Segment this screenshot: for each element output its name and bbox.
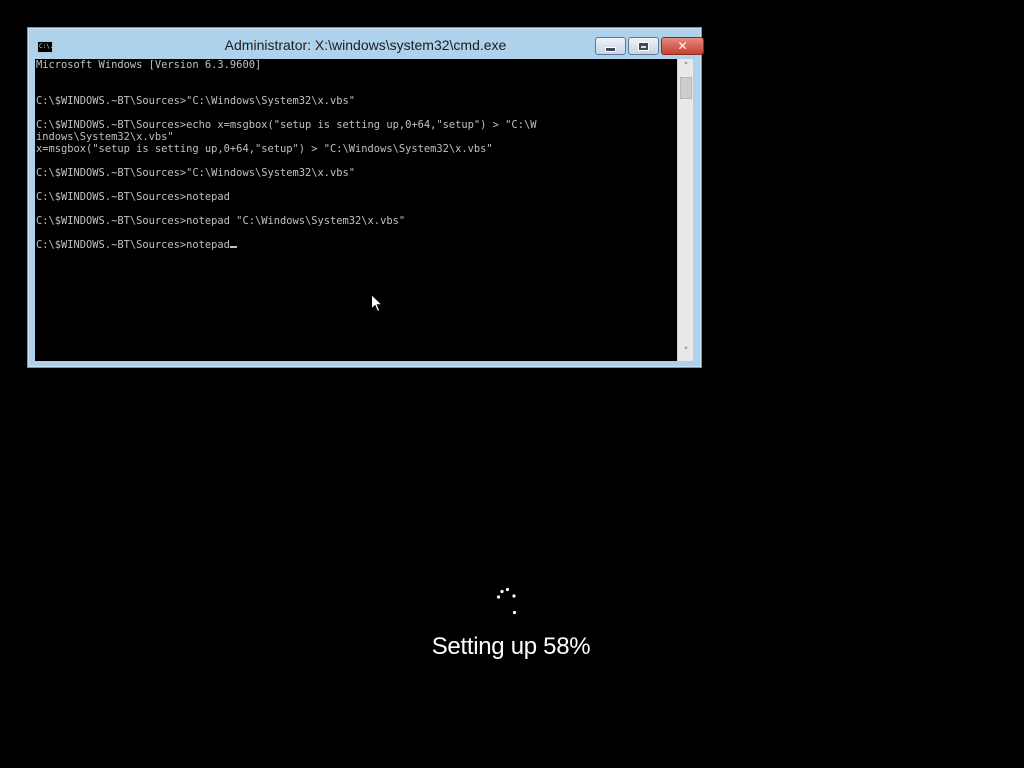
vertical-scrollbar[interactable]: ˄ ˅ [677,59,693,361]
setup-status-text: Setting up 58% [431,633,591,660]
title-bar[interactable]: C:\. Administrator: X:\windows\system32\… [28,28,704,59]
close-icon: ✕ [677,39,688,53]
console-output[interactable]: Microsoft Windows [Version 6.3.9600] C:\$… [36,59,676,361]
console-line: C:\$WINDOWS.~BT\Sources>notepad [36,239,676,251]
maximize-icon [638,41,649,51]
scroll-up-icon[interactable]: ˄ [678,59,693,76]
console-line: x=msgbox("setup is setting up,0+64,"setu… [36,143,493,155]
console-line: C:\$WINDOWS.~BT\Sources>"C:\Windows\Syst… [36,167,356,179]
console-line: indows\System32\x.vbs" [36,131,174,143]
scroll-down-icon[interactable]: ˅ [678,344,693,361]
console-line: C:\$WINDOWS.~BT\Sources>notepad [36,191,230,203]
minimize-button[interactable] [595,37,626,55]
minimize-icon [605,46,616,52]
console-line: C:\$WINDOWS.~BT\Sources>echo x=msgbox("s… [36,119,537,131]
close-button[interactable]: ✕ [661,37,704,55]
console-area[interactable]: Microsoft Windows [Version 6.3.9600] C:\$… [35,59,693,361]
console-line: C:\$WINDOWS.~BT\Sources>notepad "C:\Wind… [36,215,406,227]
caption-buttons: ✕ [593,37,704,55]
scroll-thumb[interactable] [680,77,692,99]
maximize-button[interactable] [628,37,659,55]
mouse-pointer-icon [371,294,383,313]
loading-dots-icon [496,587,517,615]
cmd-window[interactable]: C:\. Administrator: X:\windows\system32\… [27,27,704,368]
console-line: Microsoft Windows [Version 6.3.9600] [36,59,262,71]
console-line: C:\$WINDOWS.~BT\Sources>"C:\Windows\Syst… [36,95,356,107]
text-cursor [229,246,237,248]
